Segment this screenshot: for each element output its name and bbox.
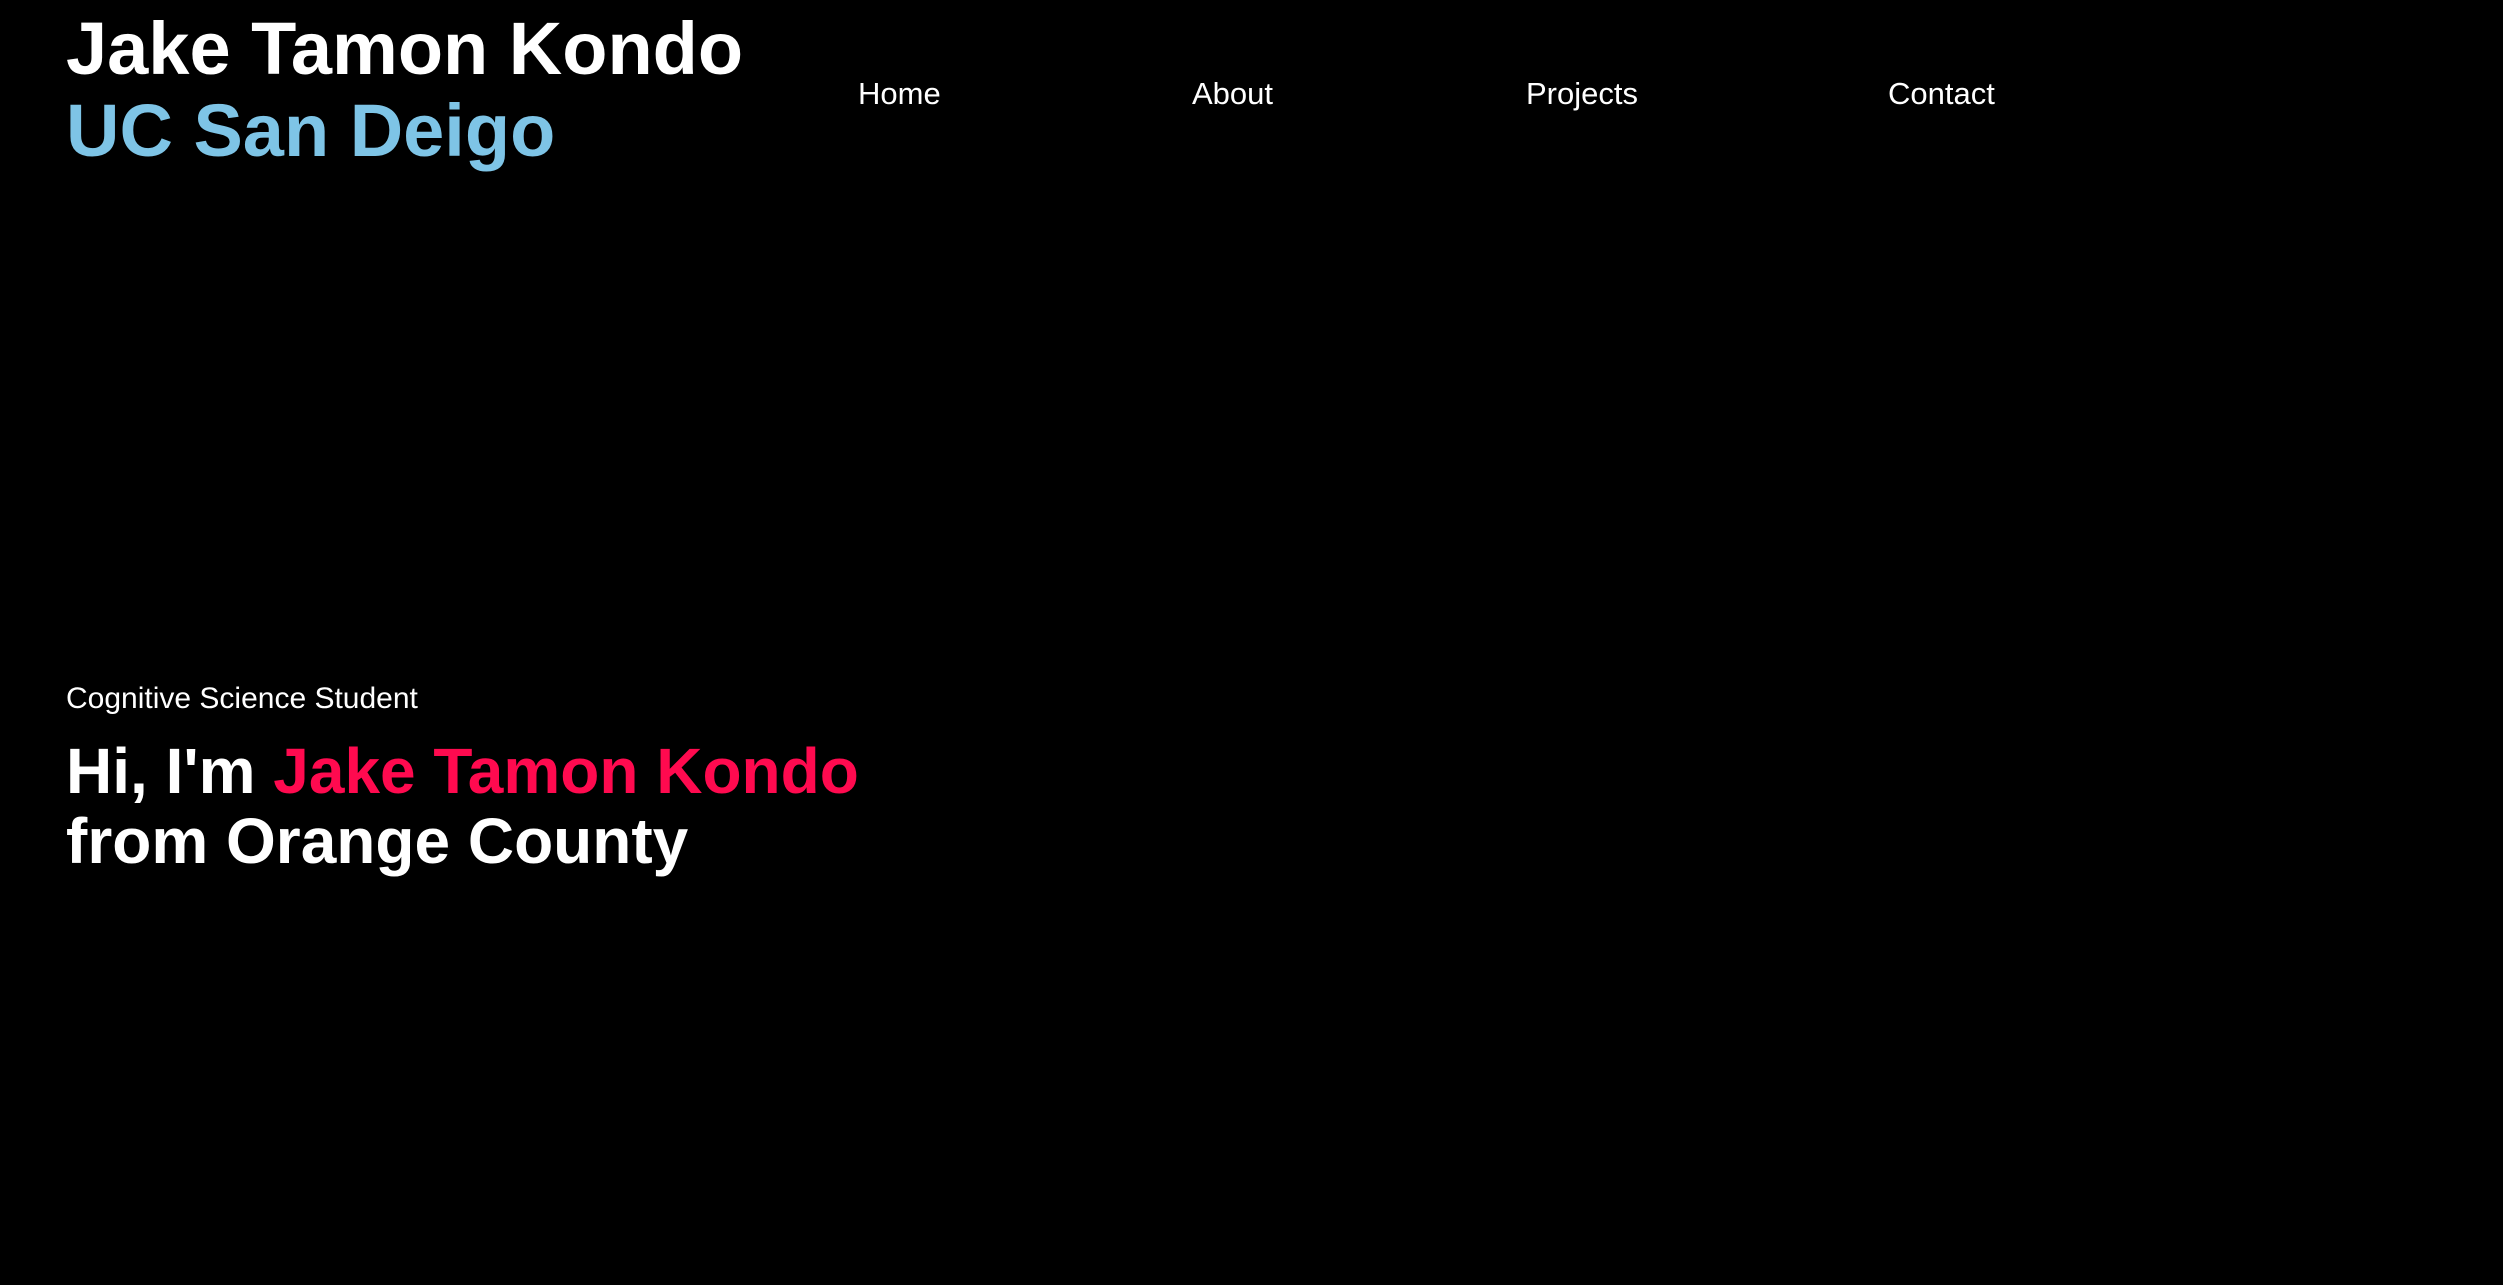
page: Jake Tamon Kondo UC San Deigo Home About… [0, 0, 2503, 1285]
hero-section: Cognitive Science Student Hi, I'm Jake T… [66, 680, 859, 876]
site-title-name: Jake Tamon Kondo [66, 7, 744, 90]
hero-role-text: Cognitive Science Student [66, 682, 418, 715]
nav-link-contact[interactable]: Contact [1888, 75, 1995, 113]
nav-link-projects[interactable]: Projects [1526, 75, 1638, 113]
site-brand: Jake Tamon Kondo UC San Deigo [66, 8, 743, 172]
hero-highlight-name: Jake Tamon Kondo [273, 735, 859, 807]
site-subtitle-school: UC San Deigo [66, 89, 556, 172]
hero-greeting: Hi, I'm [66, 735, 256, 807]
hero-heading: Hi, I'm Jake Tamon Kondo from Orange Coun… [66, 736, 859, 876]
hero-origin: from Orange County [66, 805, 689, 877]
nav-link-home[interactable]: Home [858, 75, 941, 113]
nav-link-about[interactable]: About [1192, 75, 1273, 113]
